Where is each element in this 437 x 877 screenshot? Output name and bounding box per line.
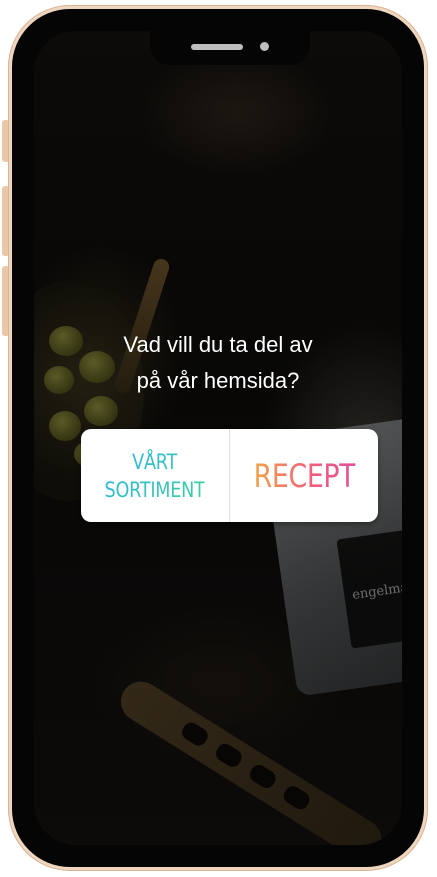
speaker-grille-icon xyxy=(191,44,243,50)
poll-sticker: VÅRT SORTIMENT RECEPT xyxy=(81,429,378,522)
poll-option-sortiment[interactable]: VÅRT SORTIMENT xyxy=(81,429,229,522)
page: engelmanns Vad vill du ta del av på vår … xyxy=(0,0,437,877)
front-camera-icon xyxy=(260,42,269,51)
poll-question: Vad vill du ta del av på vår hemsida? xyxy=(123,332,313,393)
poll-option-recept-label: RECEPT xyxy=(253,456,355,495)
phone-bezel: engelmanns Vad vill du ta del av på vår … xyxy=(12,9,424,867)
notch xyxy=(150,31,310,65)
poll-option-sortiment-label: VÅRT SORTIMENT xyxy=(104,449,206,502)
story-screen: engelmanns Vad vill du ta del av på vår … xyxy=(34,31,402,845)
phone-frame: engelmanns Vad vill du ta del av på vår … xyxy=(8,5,428,871)
poll-option-recept[interactable]: RECEPT xyxy=(230,429,378,522)
